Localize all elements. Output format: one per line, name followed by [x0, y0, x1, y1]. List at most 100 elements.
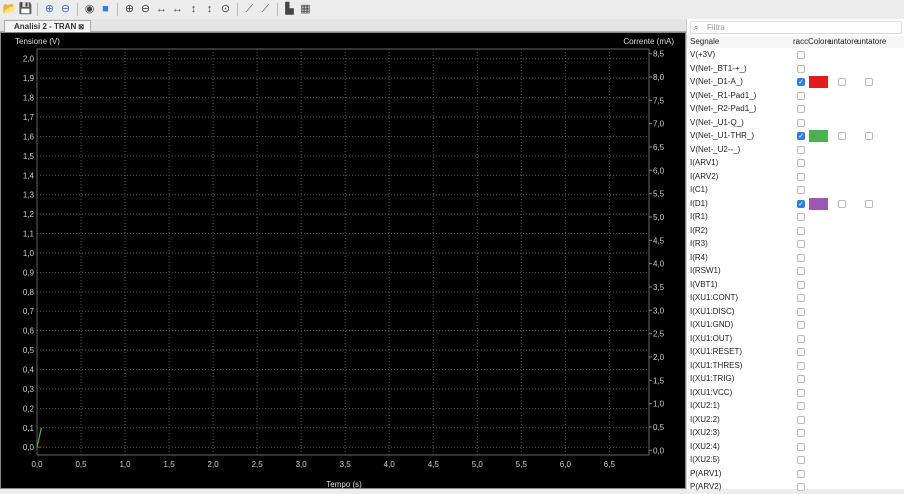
plot-checkbox[interactable] — [797, 429, 805, 437]
plot-checkbox[interactable] — [797, 145, 805, 154]
signal-row[interactable]: V(Net-_U1-THR_) ✓ — [687, 129, 904, 143]
save-icon[interactable]: 💾 — [19, 3, 33, 16]
plot-checkbox[interactable] — [797, 280, 805, 289]
plot-checkbox[interactable] — [797, 375, 805, 383]
signal-row[interactable]: I(XU1:DISC) — [687, 305, 904, 319]
signal-row[interactable]: I(XU1:GND) — [687, 318, 904, 332]
plot-checkbox[interactable] — [797, 307, 805, 316]
plot-checkbox[interactable] — [797, 483, 805, 491]
plot-area[interactable]: 0,0 0,5 1,0 1,5 2,0 2,5 3,0 3,5 4,0 4,5 5,0 5,5 6,0 6… — [0, 32, 686, 489]
plot-checkbox[interactable]: ✓ — [797, 78, 805, 86]
plot-icon[interactable]: ▙ — [283, 3, 296, 16]
signal-row[interactable]: I(R3) — [687, 237, 904, 251]
plot-checkbox[interactable] — [797, 240, 805, 248]
plot-checkbox[interactable] — [797, 334, 805, 343]
signal-row[interactable]: P(ARV1) — [687, 467, 904, 481]
plot-checkbox[interactable] — [797, 253, 805, 262]
plot-checkbox[interactable] — [797, 226, 805, 235]
plot-checkbox[interactable]: ✓ — [797, 199, 805, 208]
signal-row[interactable]: V(+3V) — [687, 48, 904, 62]
zoom-fit-icon[interactable]: ⊙ — [219, 3, 232, 16]
header-signal[interactable]: Segnale — [690, 36, 719, 48]
settings-icon[interactable]: ▦ — [299, 3, 312, 16]
color-swatch[interactable] — [809, 130, 828, 142]
plot-checkbox[interactable] — [797, 442, 805, 451]
signal-row[interactable]: I(RSW1) — [687, 264, 904, 278]
probe-icon[interactable]: ◉ — [83, 3, 96, 16]
signal-row[interactable]: I(R1) — [687, 210, 904, 224]
signal-row[interactable]: I(XU1:OUT) — [687, 332, 904, 346]
plot-checkbox[interactable] — [797, 213, 805, 221]
signal-row[interactable]: I(XU1:VCC) — [687, 386, 904, 400]
signal-row[interactable]: I(R2) — [687, 224, 904, 238]
signal-row[interactable]: V(Net-_R1-Pad1_) — [687, 89, 904, 103]
header-plot[interactable]: racc — [793, 36, 808, 48]
plot-checkbox[interactable] — [797, 415, 805, 424]
signal-row[interactable]: I(R4) — [687, 251, 904, 265]
tune-icon[interactable]: ■ — [99, 3, 112, 16]
zoom-out-horizontal-icon[interactable]: ↔ — [171, 3, 184, 16]
zoom-out-icon[interactable]: ⊖ — [139, 3, 152, 16]
plot-checkbox[interactable] — [797, 321, 805, 329]
signal-row[interactable]: I(ARV2) — [687, 170, 904, 184]
filter-input[interactable]: ⌕ Filtra — [690, 21, 902, 34]
signal-row[interactable]: P(ARV2) — [687, 480, 904, 494]
plot-checkbox[interactable] — [797, 172, 805, 181]
signal-row[interactable]: V(Net-_U1-Q_) — [687, 116, 904, 130]
plot-checkbox[interactable] — [797, 64, 805, 73]
plot-checkbox[interactable] — [797, 159, 805, 167]
signal-row[interactable]: V(Net-_D1-A_) ✓ — [687, 75, 904, 89]
cursor2-checkbox[interactable] — [865, 132, 873, 140]
signal-row[interactable]: I(ARV1) — [687, 156, 904, 170]
plot-checkbox[interactable] — [797, 402, 805, 410]
signal-row[interactable]: I(XU1:CONT) — [687, 291, 904, 305]
zoom-out-vertical-icon[interactable]: ↕ — [203, 3, 216, 16]
cursor1-checkbox[interactable] — [838, 132, 846, 140]
plot-checkbox[interactable] — [797, 118, 805, 127]
signal-row[interactable]: V(Net-_BT1-+_) — [687, 62, 904, 76]
plot-checkbox[interactable] — [797, 348, 805, 356]
cursor1-checkbox[interactable] — [838, 78, 846, 86]
close-tab-icon[interactable]: ⊠ — [78, 24, 84, 31]
signal-row[interactable]: I(XU2:5) — [687, 453, 904, 467]
cursor2-checkbox[interactable] — [865, 199, 873, 208]
signal-row[interactable]: I(C1) — [687, 183, 904, 197]
plot-checkbox[interactable] — [797, 469, 805, 478]
plot-checkbox[interactable] — [797, 456, 805, 464]
signal-row[interactable]: V(Net-_U2--_) — [687, 143, 904, 157]
plot-checkbox[interactable] — [797, 361, 805, 370]
plot-checkbox[interactable] — [797, 294, 805, 302]
signal-row[interactable]: I(XU2:1) — [687, 399, 904, 413]
add-signal-icon[interactable]: ⊕ — [43, 3, 56, 16]
signal-row[interactable]: I(D1) ✓ — [687, 197, 904, 211]
signal-row[interactable]: I(XU2:2) — [687, 413, 904, 427]
signal-row[interactable]: I(XU2:3) — [687, 426, 904, 440]
open-folder-icon[interactable]: 📂 — [3, 3, 17, 16]
plot-checkbox[interactable] — [797, 91, 805, 100]
cursor-icon[interactable]: ⟋ — [243, 3, 256, 16]
tab-analysis[interactable]: Analisi 2 - TRAN ⊠ — [4, 20, 92, 32]
cursor1-checkbox[interactable] — [838, 199, 846, 208]
header-cursor2[interactable]: untatore — [857, 36, 886, 48]
signal-row[interactable]: I(XU1:THRES) — [687, 359, 904, 373]
signal-row[interactable]: I(XU1:TRIG) — [687, 372, 904, 386]
color-swatch[interactable] — [809, 197, 828, 210]
plot-checkbox[interactable] — [797, 51, 805, 59]
plot-checkbox[interactable] — [797, 186, 805, 194]
probe-pen-icon[interactable]: ⟋ — [259, 3, 272, 16]
plot-checkbox[interactable] — [797, 267, 805, 275]
cursor2-checkbox[interactable] — [865, 78, 873, 86]
plot-checkbox[interactable]: ✓ — [797, 132, 805, 140]
zoom-in-icon[interactable]: ⊕ — [123, 3, 136, 16]
signal-row[interactable]: I(VBT1) — [687, 278, 904, 292]
remove-signal-icon[interactable]: ⊖ — [59, 3, 72, 16]
plot-checkbox[interactable] — [797, 388, 805, 397]
plot-checkbox[interactable] — [797, 105, 805, 113]
color-swatch[interactable] — [809, 76, 828, 88]
header-cursor1[interactable]: untatore — [829, 36, 858, 48]
signal-row[interactable]: I(XU1:RESET) — [687, 345, 904, 359]
signal-row[interactable]: V(Net-_R2-Pad1_) — [687, 102, 904, 116]
zoom-in-horizontal-icon[interactable]: ↔ — [155, 3, 168, 16]
signal-row[interactable]: I(XU2:4) — [687, 440, 904, 454]
zoom-in-vertical-icon[interactable]: ↕ — [187, 3, 200, 16]
